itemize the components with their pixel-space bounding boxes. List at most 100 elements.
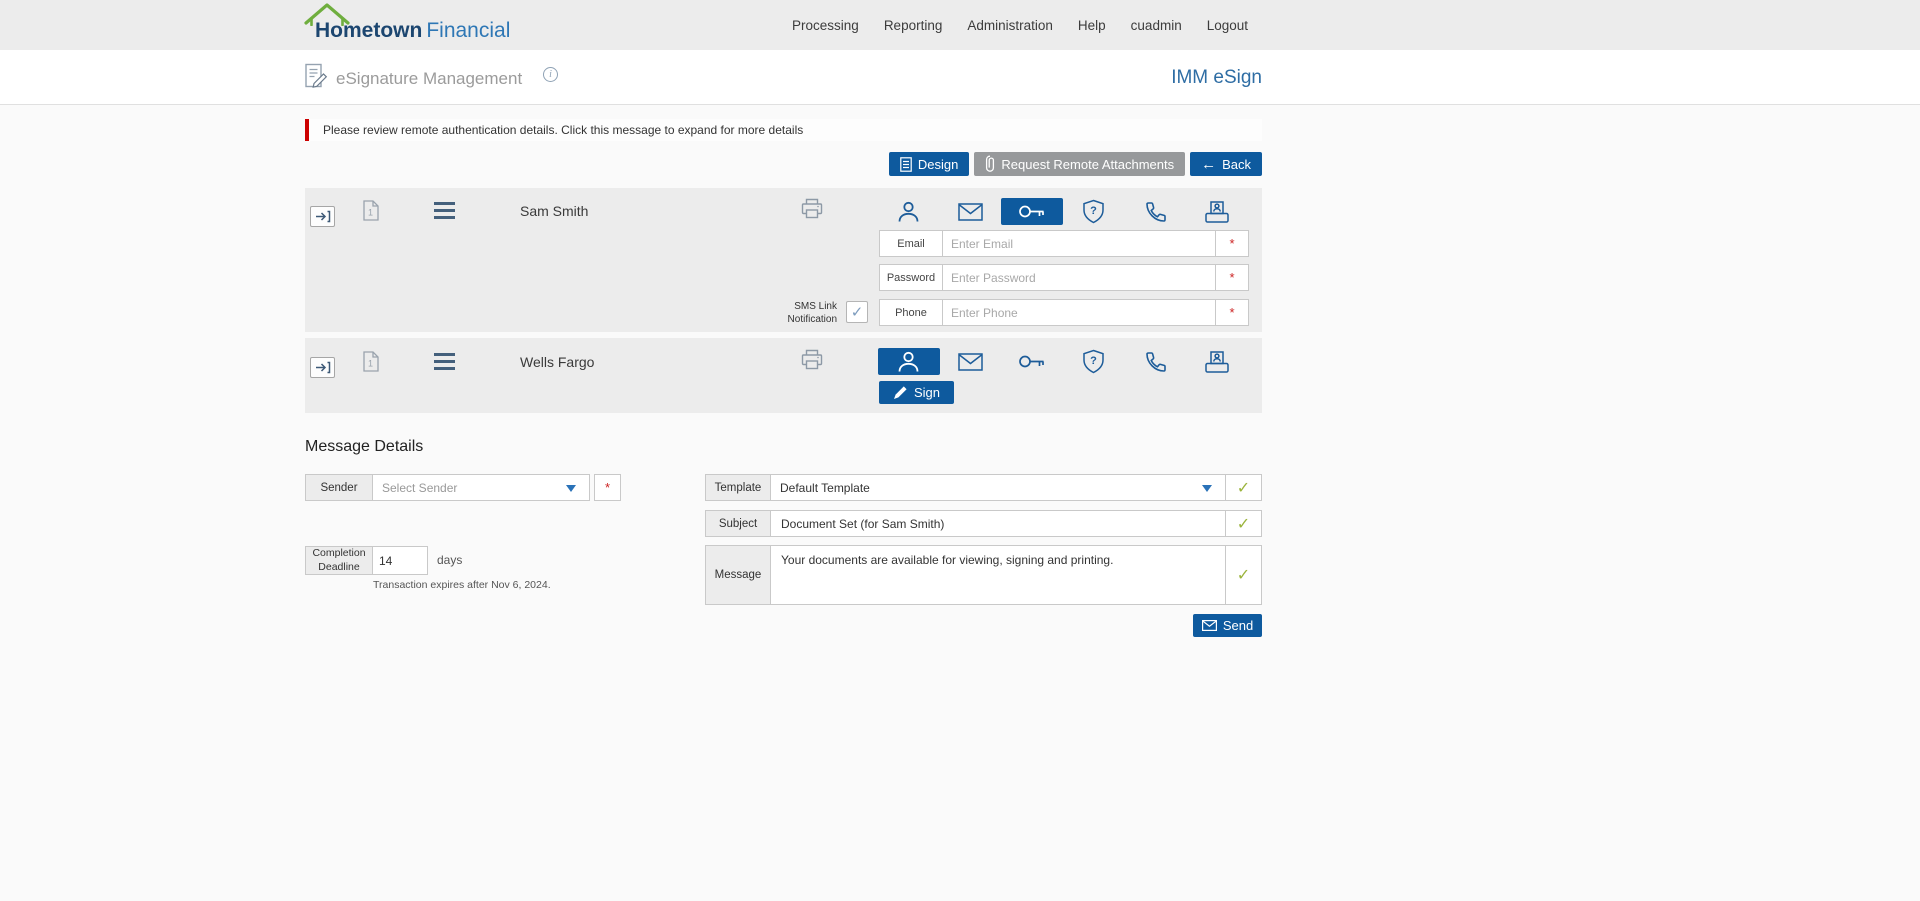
auth-method-password[interactable] (1001, 198, 1063, 225)
auth-method-phone[interactable] (1124, 348, 1186, 375)
password-input[interactable] (943, 264, 1216, 291)
phone-icon (1146, 201, 1166, 222)
phone-input[interactable] (943, 299, 1216, 326)
auth-method-in-person[interactable] (878, 348, 940, 375)
auth-method-in-person[interactable] (878, 198, 940, 225)
id-scan-icon (1205, 200, 1229, 223)
svg-text:?: ? (1090, 355, 1097, 367)
alert-text: Please review remote authentication deta… (323, 123, 804, 137)
request-remote-attachments-label: Request Remote Attachments (1001, 156, 1175, 172)
dropdown-caret-icon (1202, 485, 1212, 492)
template-row: Template Default Template ✓ (705, 474, 1262, 501)
nav-links: Processing Reporting Administration Help… (792, 0, 1248, 50)
auth-method-password[interactable] (1001, 348, 1063, 375)
page-title: eSignature Management (336, 69, 523, 88)
signer-name: Wells Fargo (520, 354, 595, 370)
password-field-label: Password (879, 264, 943, 291)
alert-banner[interactable]: Please review remote authentication deta… (305, 119, 1262, 141)
hamburger-bar (434, 360, 455, 363)
design-button[interactable]: Design (888, 152, 970, 176)
auth-method-security-question[interactable]: ? (1063, 198, 1125, 225)
message-label: Message (705, 545, 771, 605)
signer-name: Sam Smith (520, 203, 589, 219)
send-button[interactable]: Send (1193, 614, 1262, 637)
template-valid-check: ✓ (1226, 474, 1262, 501)
print-icon[interactable] (801, 349, 823, 375)
sign-button-label: Sign (913, 385, 941, 400)
message-row: Message Your documents are available for… (705, 545, 1262, 605)
document-count-icon[interactable]: 1 (363, 351, 379, 377)
email-field-label: Email (879, 230, 943, 257)
person-icon (898, 201, 919, 222)
sign-in-icon (315, 210, 330, 223)
brand-logo[interactable]: Hometown Financial (303, 2, 510, 43)
phone-icon (1146, 351, 1166, 372)
nav-item-logout[interactable]: Logout (1207, 18, 1248, 33)
envelope-icon (958, 352, 983, 371)
message-textarea[interactable]: Your documents are available for viewing… (771, 545, 1226, 605)
signer-row: 1 Wells Fargo ? Sign (305, 338, 1262, 413)
nav-item-reporting[interactable]: Reporting (884, 18, 943, 33)
brand-name-primary: Hometown (315, 19, 423, 42)
auth-method-remote-id[interactable] (1186, 348, 1248, 375)
svg-text:1: 1 (368, 208, 373, 218)
sign-in-icon (315, 361, 330, 374)
signer-row: 1 Sam Smith ? Email Enter Email * Passwo… (305, 188, 1262, 332)
completion-deadline-label: Completion Deadline (305, 546, 373, 575)
page-header: eSignature Management i IMM eSign (0, 50, 1920, 105)
sign-button[interactable]: Sign (879, 381, 954, 404)
auth-method-security-question[interactable]: ? (1063, 348, 1125, 375)
shield-question-icon: ? (1083, 349, 1104, 374)
request-remote-attachments-button[interactable]: Request Remote Attachments (974, 152, 1186, 176)
nav-item-administration[interactable]: Administration (967, 18, 1053, 33)
sms-notification-checkbox[interactable]: ✓ (846, 301, 868, 323)
back-button[interactable]: ← Back (1190, 152, 1262, 176)
email-field-row: Email * (879, 230, 1249, 257)
signer-type-button[interactable] (310, 206, 335, 227)
nav-item-user[interactable]: cuadmin (1131, 18, 1182, 33)
send-envelope-icon (1201, 620, 1217, 631)
top-navbar: Hometown Financial Processing Reporting A… (0, 0, 1920, 50)
svg-text:1: 1 (368, 359, 373, 369)
esign-page: Hometown Financial Processing Reporting A… (0, 0, 1920, 901)
sender-row: Sender Select Sender * (305, 474, 621, 501)
auth-method-email[interactable] (940, 348, 1002, 375)
template-select[interactable]: Default Template (771, 474, 1226, 501)
toolbar: Design Request Remote Attachments ← Back (888, 152, 1262, 176)
document-count-icon[interactable]: 1 (363, 200, 379, 226)
paperclip-icon (986, 155, 995, 172)
reorder-handle-icon[interactable] (434, 353, 455, 370)
subject-label: Subject (705, 510, 771, 537)
reorder-handle-icon[interactable] (434, 202, 455, 219)
sender-select-value: Select Sender (382, 480, 458, 495)
print-icon[interactable] (801, 198, 823, 224)
id-scan-icon (1205, 350, 1229, 373)
dropdown-caret-icon (566, 485, 576, 492)
auth-method-remote-id[interactable] (1186, 198, 1248, 225)
email-input[interactable] (943, 230, 1216, 257)
nav-item-processing[interactable]: Processing (792, 18, 859, 33)
info-icon[interactable]: i (543, 67, 558, 82)
product-name: IMM eSign (1171, 67, 1262, 88)
subject-valid-check: ✓ (1226, 510, 1262, 537)
brand-text: Hometown Financial (315, 19, 510, 43)
key-icon (1019, 205, 1045, 218)
subject-input[interactable] (771, 510, 1226, 537)
sender-select[interactable]: Select Sender (373, 474, 590, 501)
auth-method-phone[interactable] (1124, 198, 1186, 225)
signer-type-button[interactable] (310, 357, 335, 378)
key-icon (1019, 355, 1045, 368)
design-button-label: Design (917, 156, 959, 172)
completion-deadline-input[interactable] (373, 546, 428, 575)
design-icon (900, 156, 912, 172)
hamburger-bar (434, 216, 455, 219)
expiry-note: Transaction expires after Nov 6, 2024. (373, 579, 551, 591)
auth-method-email[interactable] (940, 198, 1002, 225)
nav-item-help[interactable]: Help (1078, 18, 1106, 33)
hamburger-bar (434, 367, 455, 370)
phone-field-label: Phone (879, 299, 943, 326)
pen-icon (893, 386, 907, 399)
auth-method-strip: ? (878, 348, 1248, 375)
hamburger-bar (434, 209, 455, 212)
required-marker: * (1216, 299, 1249, 326)
